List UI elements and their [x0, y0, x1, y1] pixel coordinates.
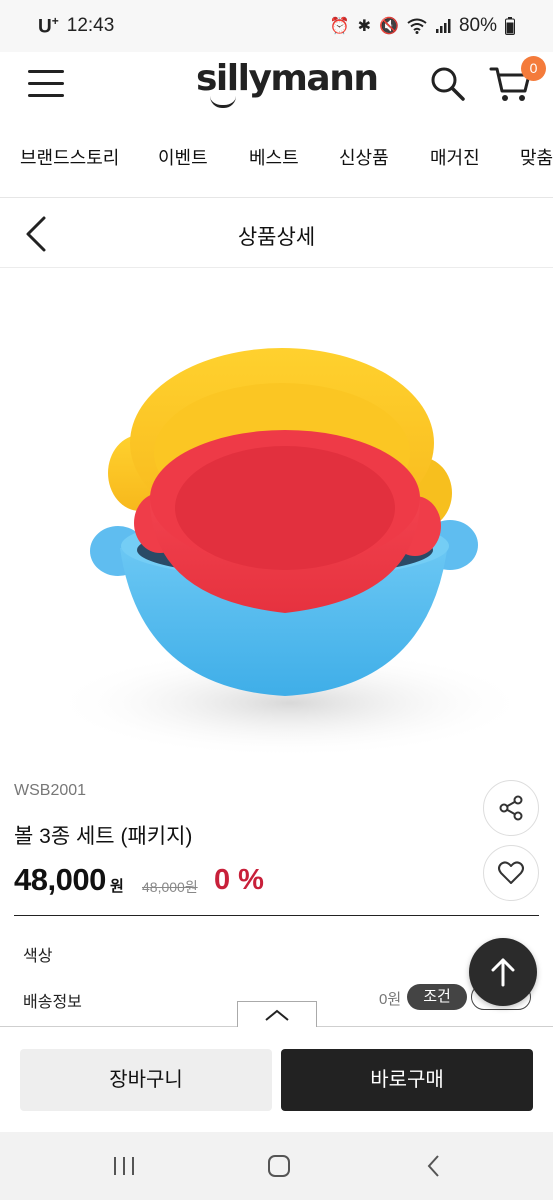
title-bar: 상품상세 [0, 199, 553, 268]
search-icon[interactable] [428, 64, 468, 104]
shipping-fee: 0원 [379, 991, 402, 1008]
nav-item-event[interactable]: 이벤트 [158, 144, 208, 170]
product-name: 볼 3종 세트 (패키지) [14, 825, 193, 848]
logo-smile [210, 96, 236, 108]
signal-icon [435, 19, 451, 33]
buy-now-button[interactable]: 바로구매 [281, 1049, 533, 1111]
scroll-to-top-button[interactable] [469, 938, 537, 1006]
bluetooth-icon: ✱ [357, 18, 372, 35]
cart-count-badge: 0 [521, 56, 546, 81]
wishlist-button[interactable] [483, 845, 539, 901]
arrow-up-icon [491, 958, 515, 987]
mute-icon: 🔇 [379, 18, 399, 35]
product-image[interactable] [0, 268, 553, 772]
home-icon[interactable] [259, 1150, 299, 1182]
share-icon [499, 795, 523, 821]
nav-item-best[interactable]: 베스트 [249, 144, 299, 170]
page-title: 상품상세 [237, 226, 316, 249]
price-unit: 원 [110, 878, 124, 895]
system-nav-bar [0, 1132, 553, 1200]
discount-rate: 0 % [214, 864, 264, 896]
nav-item-magazine[interactable]: 매거진 [430, 144, 480, 170]
nav-item-custom[interactable]: 맞춤/ [520, 144, 553, 170]
shipping-info-label: 배송정보 [23, 994, 82, 1011]
original-price: 48,000원 [142, 879, 198, 895]
battery-icon [505, 17, 515, 35]
share-button[interactable] [483, 780, 539, 836]
expand-options-handle[interactable] [237, 1001, 317, 1027]
bowl-set-illustration [50, 348, 530, 758]
color-option-label: 색상 [23, 948, 53, 965]
brand-logo[interactable]: sillymann [196, 58, 379, 99]
heart-icon [498, 861, 524, 884]
nav-item-brand-story[interactable]: 브랜드스토리 [20, 144, 119, 170]
product-sku: WSB2001 [14, 782, 87, 799]
recent-apps-icon[interactable] [104, 1150, 144, 1182]
wifi-icon [407, 18, 427, 34]
battery-level: 80% [458, 15, 497, 36]
chevron-up-icon [265, 1009, 289, 1021]
alarm-icon: ⏰ [329, 18, 350, 35]
sale-price: 48,000 [14, 862, 106, 897]
carrier-label: U+ [38, 13, 59, 38]
nav-item-new[interactable]: 신상품 [339, 144, 389, 170]
hamburger-menu-icon[interactable] [28, 70, 64, 98]
site-header: sillymann [0, 52, 553, 120]
info-divider [14, 915, 539, 916]
category-nav: 브랜드스토리 이벤트 베스트 신상품 매거진 맞춤/ [0, 120, 553, 198]
system-back-icon[interactable] [414, 1150, 454, 1182]
add-to-cart-button[interactable]: 장바구니 [20, 1049, 272, 1111]
clock: 12:43 [66, 14, 115, 36]
shipping-condition-button[interactable]: 조건 [407, 984, 467, 1010]
status-bar: U+ 12:43 ⏰ ✱ 🔇 80% [0, 0, 553, 52]
